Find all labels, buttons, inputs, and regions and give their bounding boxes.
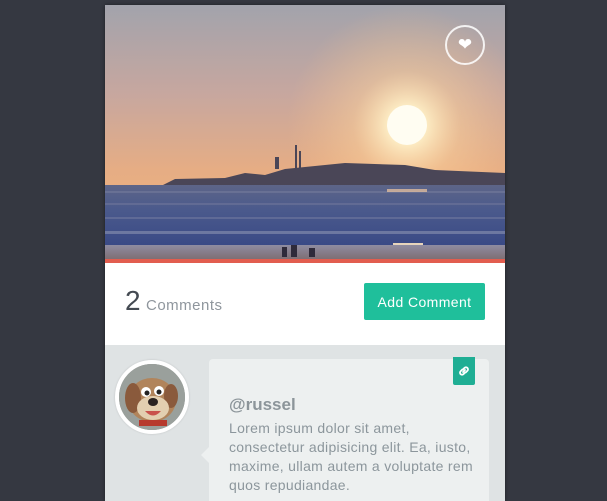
post-card: ❤ 2 Comments Add Comment @russel Lorem i… xyxy=(105,5,505,501)
permalink-button[interactable] xyxy=(453,357,475,385)
comments-list: @russel Lorem ipsum dolor sit amet, cons… xyxy=(105,345,505,501)
comment-bubble: @russel Lorem ipsum dolor sit amet, cons… xyxy=(201,357,489,501)
comments-bar: 2 Comments Add Comment xyxy=(105,263,505,345)
comment-text: Lorem ipsum dolor sit amet, consectetur … xyxy=(229,420,473,493)
bubble-pointer xyxy=(201,447,209,463)
comment-count: 2 xyxy=(125,285,141,316)
link-icon xyxy=(459,366,469,376)
avatar[interactable] xyxy=(115,360,189,434)
like-button[interactable]: ❤ xyxy=(445,25,485,65)
heart-icon: ❤ xyxy=(457,34,473,55)
dog-avatar-image xyxy=(119,364,185,430)
comment-count-label: Comments xyxy=(146,297,223,314)
add-comment-button[interactable]: Add Comment xyxy=(364,283,485,320)
comment-author[interactable]: @russel xyxy=(229,395,296,415)
